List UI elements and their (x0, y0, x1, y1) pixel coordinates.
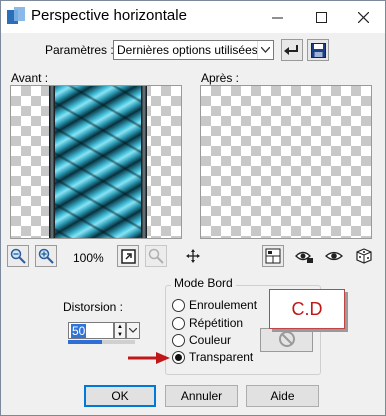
save-disk-icon[interactable] (307, 39, 329, 61)
before-preview[interactable] (10, 85, 182, 239)
help-button-label: Aide (270, 389, 295, 403)
distortion-label: Distorsion : (63, 300, 124, 314)
distortion-slider[interactable] (68, 340, 135, 344)
zoom-disabled-icon[interactable] (145, 245, 167, 267)
title-bar[interactable]: Perspective horizontale (1, 1, 385, 33)
split-view-icon[interactable] (262, 245, 284, 267)
presets-dropdown[interactable]: Dernières options utilisées (113, 40, 274, 60)
distortion-input[interactable]: 50 (68, 322, 114, 339)
close-icon[interactable] (341, 1, 385, 33)
radio-repetition[interactable] (172, 317, 185, 330)
distortion-slider-fill (68, 340, 102, 344)
edge-color-swatch[interactable] (260, 328, 313, 352)
weave-pattern-image (49, 86, 147, 238)
radio-label-enroulement: Enroulement (189, 298, 258, 312)
edge-mode-title: Mode Bord (171, 276, 236, 290)
red-arrow-icon (128, 352, 170, 364)
zoom-in-icon[interactable] (35, 245, 57, 267)
zoom-level: 100% (73, 251, 104, 265)
stepper-up-icon[interactable]: ▲ (115, 323, 125, 331)
random-dice-icon[interactable] (353, 245, 375, 267)
eye-icon[interactable] (323, 245, 345, 267)
help-button[interactable]: Aide (246, 385, 319, 407)
after-preview-label: Après : (201, 71, 240, 85)
undo-arrow-icon[interactable] (281, 39, 303, 61)
maximize-icon[interactable] (299, 1, 343, 33)
annotation-label: C.D (269, 289, 345, 329)
distortion-value: 50 (71, 324, 87, 338)
no-symbol-icon (278, 330, 296, 351)
pan-move-icon[interactable] (182, 245, 204, 267)
dialog-window: Perspective horizontale Paramètres : Der… (0, 0, 386, 416)
presets-label: Paramètres : (45, 43, 114, 57)
cancel-button-label: Annuler (180, 389, 223, 403)
window-title: Perspective horizontale (31, 7, 187, 24)
ok-button-label: OK (111, 389, 129, 403)
radio-label-couleur: Couleur (189, 333, 232, 347)
weave-right-edge (141, 86, 147, 238)
minimize-icon[interactable] (255, 1, 299, 33)
zoom-fit-icon[interactable] (117, 245, 139, 267)
distortion-stepper[interactable]: ▲ ▼ (114, 322, 126, 339)
eye-lock-icon[interactable] (293, 245, 315, 267)
cancel-button[interactable]: Annuler (165, 385, 238, 407)
distortion-dropdown-icon[interactable] (126, 322, 140, 339)
chevron-down-icon[interactable] (257, 41, 273, 59)
stepper-down-icon[interactable]: ▼ (115, 331, 125, 339)
zoom-out-icon[interactable] (7, 245, 29, 267)
app-icon (7, 7, 25, 25)
radio-transparent[interactable] (172, 351, 185, 364)
annotation-text: C.D (291, 298, 323, 319)
ok-button[interactable]: OK (84, 385, 156, 407)
after-preview[interactable] (200, 85, 372, 239)
radio-enroulement[interactable] (172, 299, 185, 312)
presets-selected-value: Dernières options utilisées (117, 43, 258, 57)
before-preview-label: Avant : (11, 71, 49, 85)
weave-left-edge (49, 86, 55, 238)
radio-label-repetition: Répétition (189, 316, 244, 330)
radio-label-transparent: Transparent (189, 350, 254, 364)
radio-couleur[interactable] (172, 334, 185, 347)
